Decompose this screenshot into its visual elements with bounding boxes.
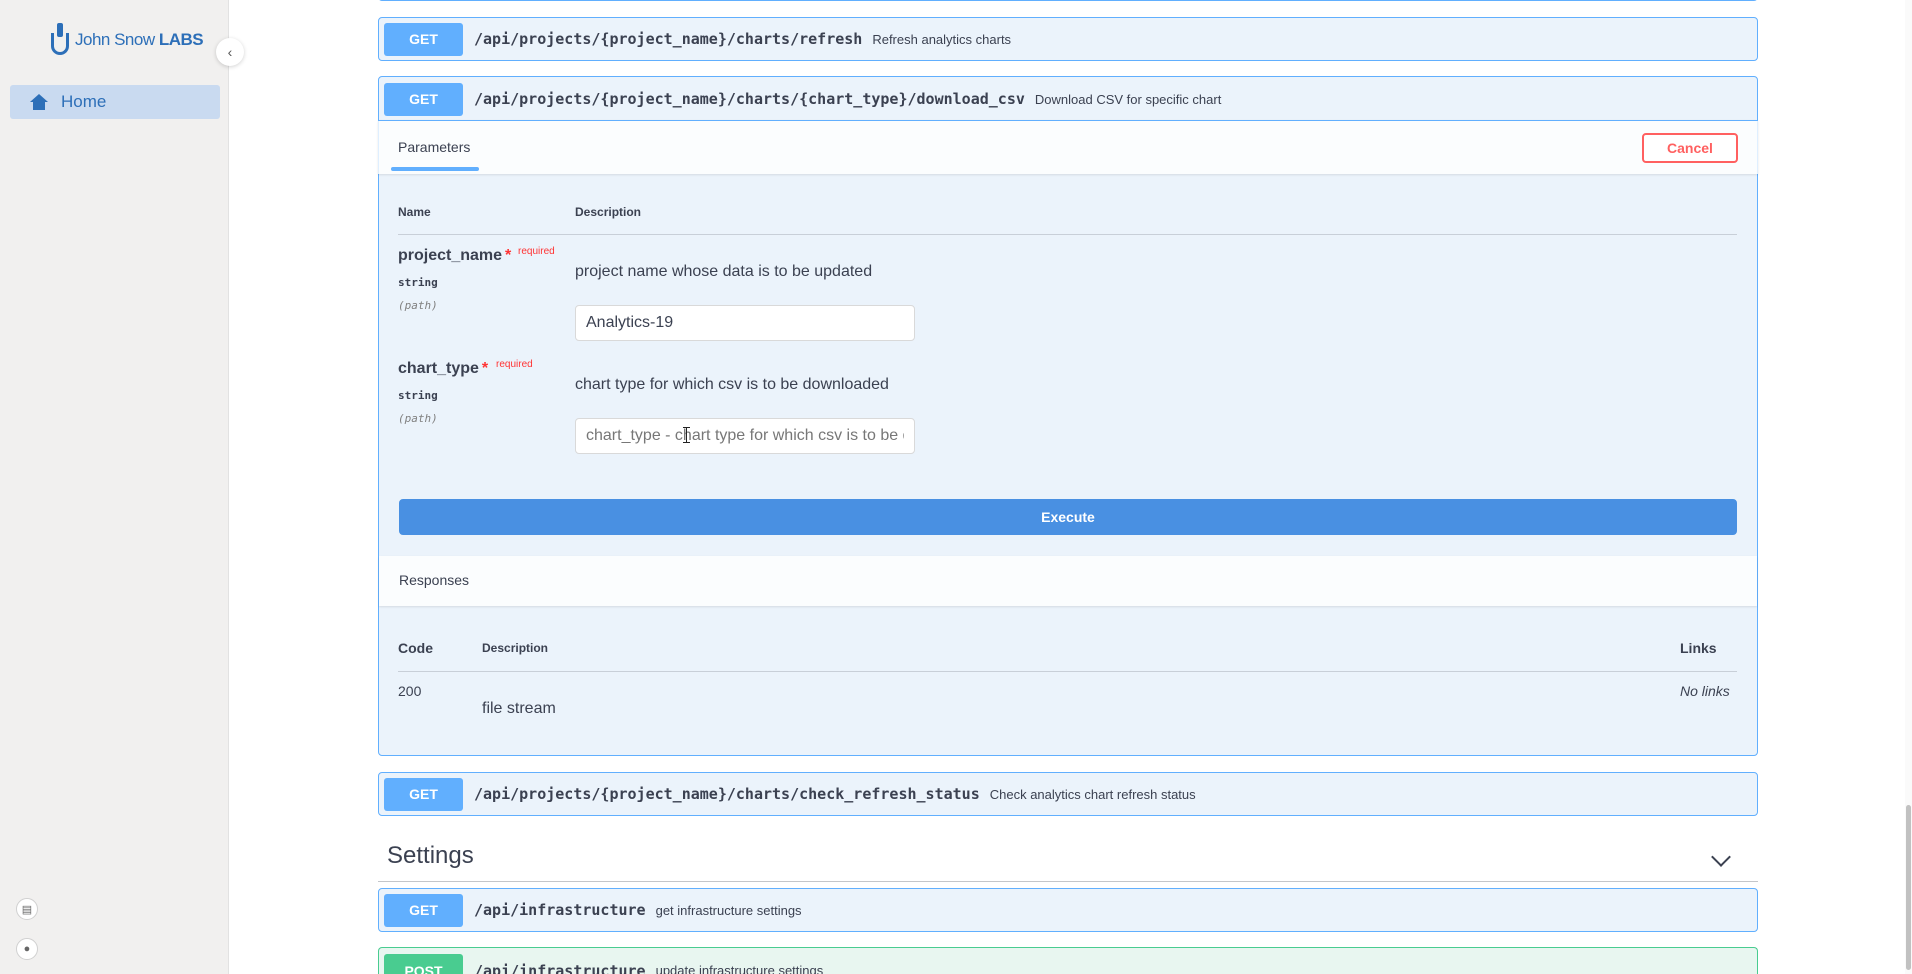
column-header-name: Name: [398, 205, 431, 219]
opblock-summary[interactable]: POST /api/infrastructure update infrastr…: [379, 948, 1757, 974]
table-divider: [398, 234, 1737, 235]
text-cursor-icon: [682, 426, 691, 444]
previous-opblock-edge: [378, 0, 1758, 1]
method-badge: GET: [384, 777, 463, 811]
collapse-sidebar-button[interactable]: ‹: [216, 38, 244, 66]
required-label: required: [496, 359, 533, 370]
tab-parameters[interactable]: Parameters: [398, 139, 470, 155]
logo-mark-icon: [49, 23, 71, 57]
section-divider: [378, 881, 1758, 882]
method-badge: GET: [384, 82, 463, 116]
scrollbar-thumb[interactable]: [1906, 805, 1911, 970]
opblock-summary[interactable]: GET /api/projects/{project_name}/charts/…: [379, 18, 1757, 60]
param-type: string: [398, 276, 438, 289]
param-description: project name whose data is to be updated: [575, 263, 873, 280]
responses-section-header: Responses: [379, 556, 1757, 606]
endpoint-description: Refresh analytics charts: [872, 31, 1012, 47]
endpoint-description: update infrastructure settings: [655, 963, 824, 974]
tab-underline: [391, 167, 479, 171]
endpoint-path: /api/projects/{project_name}/charts/chec…: [474, 785, 980, 803]
chart-type-input[interactable]: [575, 418, 915, 454]
opblock-summary[interactable]: GET /api/projects/{project_name}/charts/…: [379, 77, 1757, 121]
param-name-chart-type: chart_type *: [398, 360, 489, 377]
response-links: No links: [1680, 683, 1730, 699]
method-badge: POST: [384, 954, 463, 974]
column-header-code: Code: [398, 640, 433, 656]
endpoint-description: Download CSV for specific chart: [1034, 91, 1222, 107]
opblock-infrastructure-post[interactable]: POST /api/infrastructure update infrastr…: [378, 947, 1758, 974]
endpoint-path: /api/infrastructure: [474, 901, 646, 919]
column-header-description: Description: [482, 641, 549, 655]
column-header-description: Description: [575, 205, 642, 219]
param-in: (path): [398, 412, 438, 425]
response-code: 200: [398, 683, 422, 699]
param-type: string: [398, 389, 438, 402]
endpoint-description: Check analytics chart refresh status: [989, 786, 1196, 802]
parameters-section-header: Parameters Cancel: [378, 120, 1758, 174]
cancel-button[interactable]: Cancel: [1642, 133, 1738, 163]
opblock-download-csv: GET /api/projects/{project_name}/charts/…: [378, 76, 1758, 756]
user-icon[interactable]: ●: [16, 938, 38, 960]
opblock-summary[interactable]: GET /api/projects/{project_name}/charts/…: [379, 773, 1757, 815]
sidebar-item-label: Home: [61, 92, 107, 111]
john-snow-labs-logo[interactable]: John Snow LABS: [49, 22, 204, 58]
home-icon: [30, 94, 48, 110]
response-description: file stream: [482, 700, 556, 717]
endpoint-path: /api/projects/{project_name}/charts/{cha…: [474, 90, 1025, 108]
execute-button[interactable]: Execute: [399, 499, 1737, 535]
endpoint-description: get infrastructure settings: [655, 902, 802, 918]
opblock-check-refresh-status[interactable]: GET /api/projects/{project_name}/charts/…: [378, 772, 1758, 816]
sidebar-item-home[interactable]: Home: [10, 85, 220, 119]
docs-icon[interactable]: ▤: [16, 898, 38, 920]
chevron-left-icon: ‹: [227, 44, 233, 60]
logo-text-regular: John Snow: [75, 30, 159, 49]
table-divider: [398, 671, 1737, 672]
responses-title: Responses: [399, 572, 470, 588]
opblock-infrastructure-get[interactable]: GET /api/infrastructure get infrastructu…: [378, 888, 1758, 932]
param-description: chart type for which csv is to be downlo…: [575, 376, 889, 393]
endpoint-path: /api/infrastructure: [474, 962, 646, 974]
project-name-input[interactable]: [575, 305, 915, 341]
endpoint-path: /api/projects/{project_name}/charts/refr…: [474, 30, 863, 48]
method-badge: GET: [384, 893, 463, 927]
param-in: (path): [398, 299, 438, 312]
param-name-project-name: project_name *: [398, 247, 512, 264]
logo-text-bold: LABS: [158, 30, 204, 49]
opblock-charts-refresh[interactable]: GET /api/projects/{project_name}/charts/…: [378, 17, 1758, 61]
required-label: required: [518, 246, 555, 257]
section-title-settings[interactable]: Settings: [387, 842, 474, 870]
chevron-down-icon[interactable]: [1711, 847, 1731, 867]
method-badge: GET: [384, 22, 463, 56]
opblock-summary[interactable]: GET /api/infrastructure get infrastructu…: [379, 889, 1757, 931]
column-header-links: Links: [1680, 640, 1717, 656]
sidebar: John Snow LABS Home ▤ ●: [0, 0, 229, 974]
